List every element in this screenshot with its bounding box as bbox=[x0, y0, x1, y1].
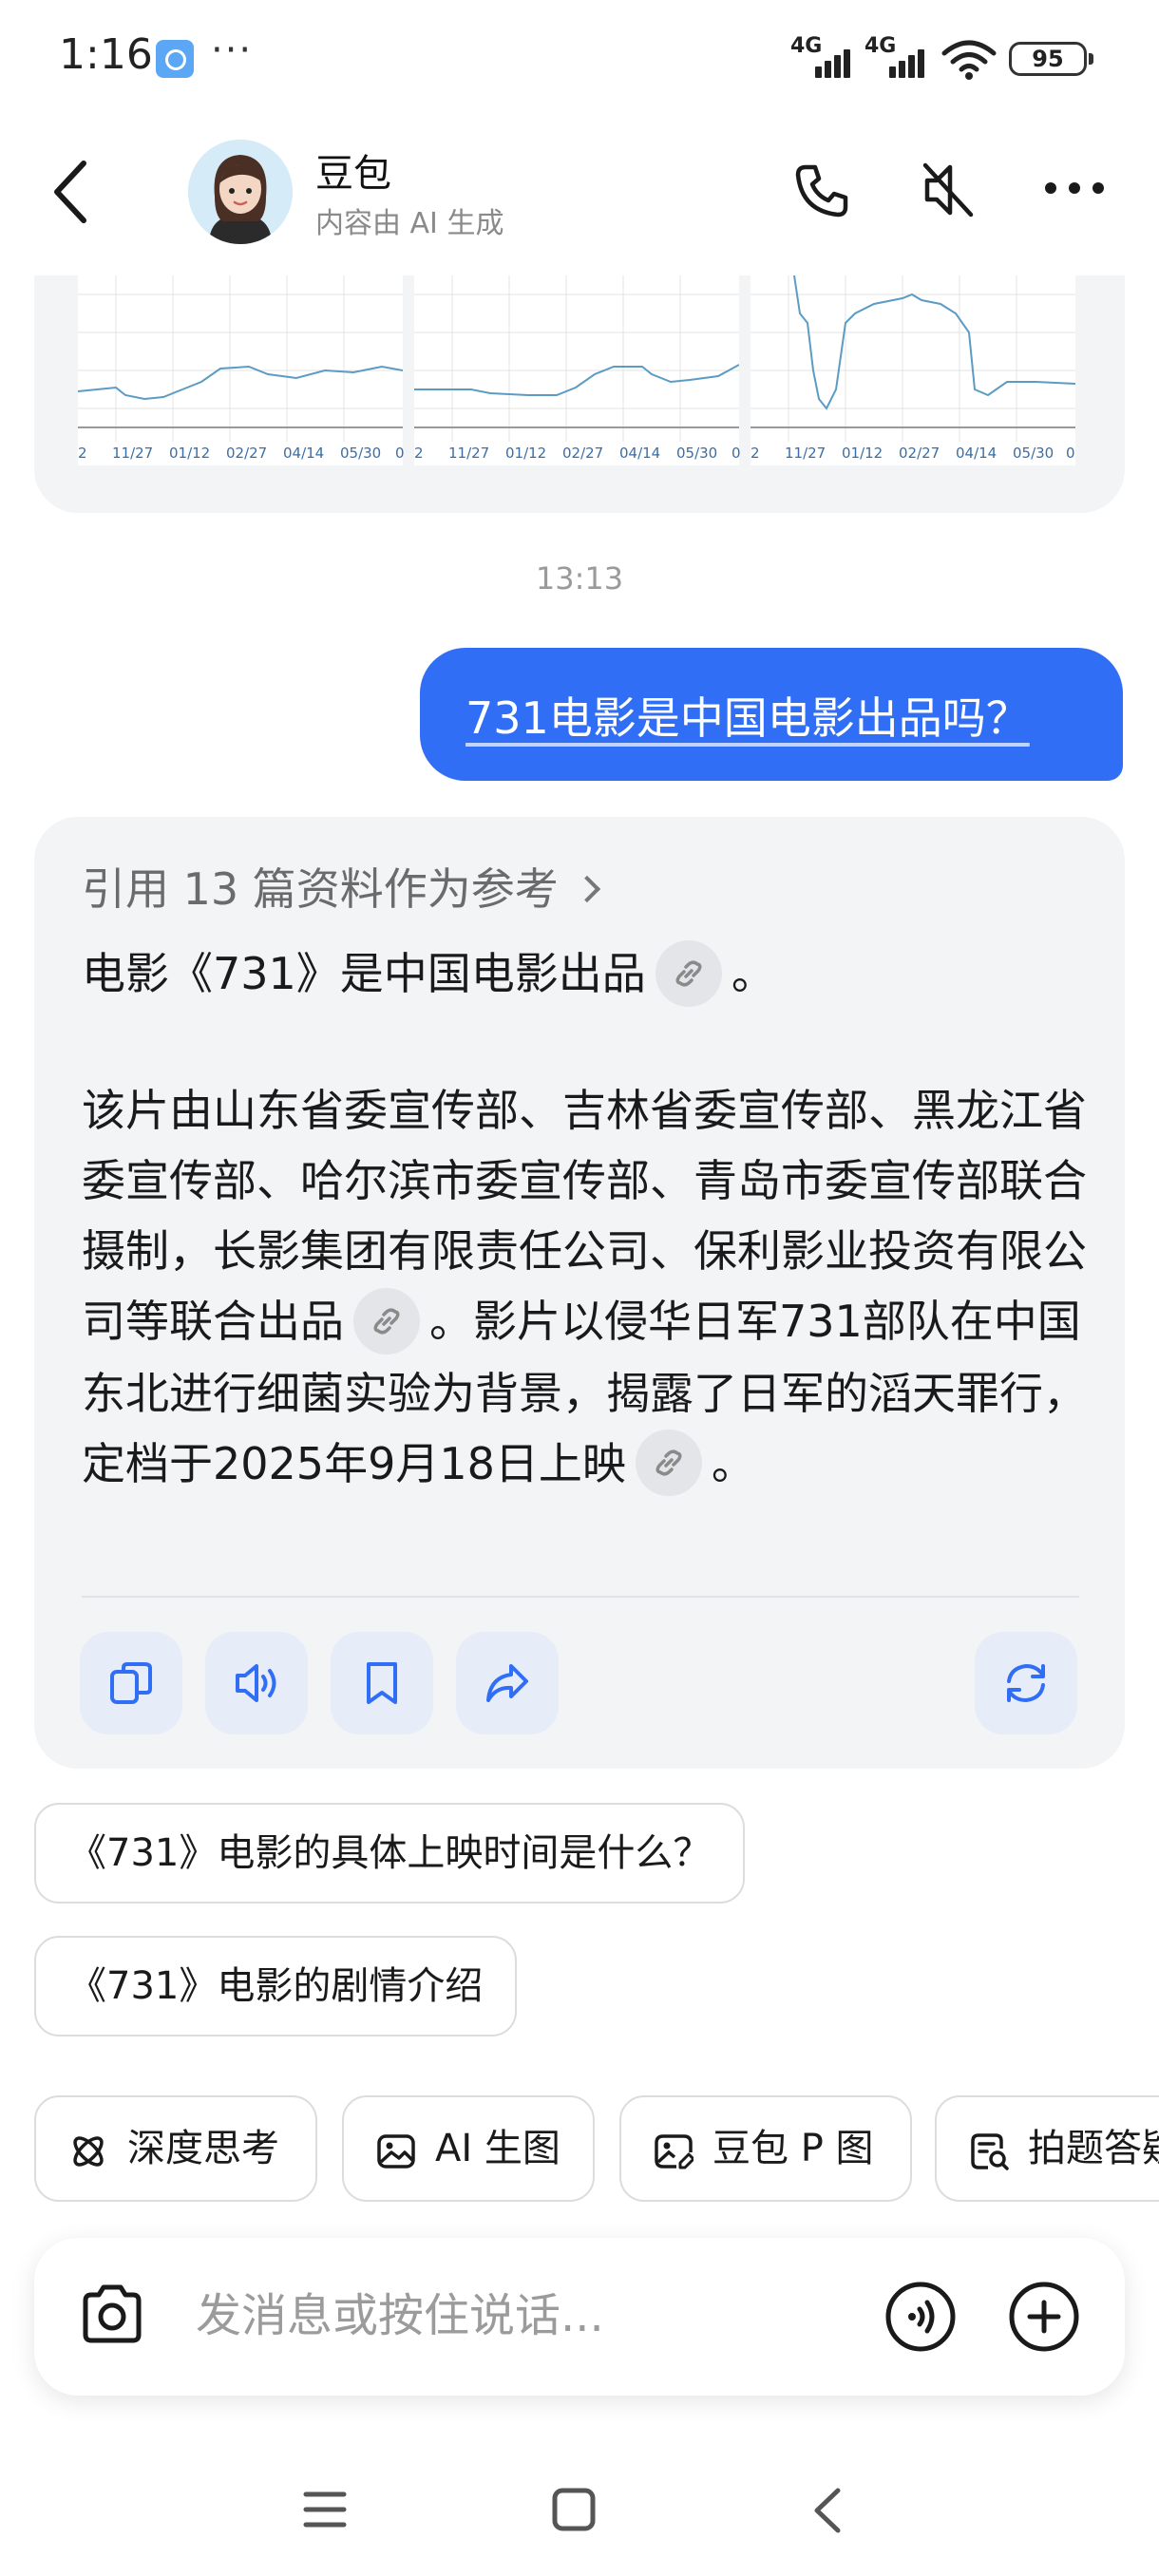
back-icon[interactable] bbox=[48, 158, 93, 226]
tool-label: 深度思考 bbox=[127, 2127, 279, 2170]
tool-label: 拍题答疑 bbox=[1028, 2127, 1159, 2170]
references-label: 引用 13 篇资料作为参考 bbox=[82, 863, 559, 915]
plus-icon[interactable] bbox=[1007, 2280, 1081, 2354]
image-edit-icon bbox=[655, 2134, 694, 2169]
references-link[interactable]: 引用 13 篇资料作为参考 bbox=[82, 855, 600, 918]
network-type-label: 4G bbox=[790, 34, 823, 58]
divider bbox=[82, 1596, 1079, 1598]
price-chart bbox=[414, 275, 740, 465]
speaker-icon bbox=[236, 1664, 276, 1702]
share-icon bbox=[486, 1664, 528, 1702]
deep-think-button[interactable]: 深度思考 bbox=[34, 2095, 317, 2202]
photo-question-button[interactable]: 拍题答疑 bbox=[935, 2095, 1159, 2202]
system-navigation-bar bbox=[0, 2451, 1159, 2576]
chevron-right-icon bbox=[573, 875, 600, 902]
mute-icon[interactable] bbox=[918, 158, 978, 222]
previous-message-card: 2 11/27 01/12 02/27 04/14 05/30 0 2 11/2… bbox=[34, 275, 1125, 513]
user-message-text: 731电影是中国电影出品吗？ bbox=[466, 692, 1030, 744]
phone-icon[interactable] bbox=[792, 161, 851, 220]
bot-name: 豆包 bbox=[315, 152, 391, 196]
answer-paragraph: 电影《731》是中国电影出品。 bbox=[82, 938, 1089, 1011]
image-icon bbox=[377, 2134, 415, 2169]
battery-icon: 95 bbox=[1009, 42, 1093, 76]
copy-icon bbox=[110, 1662, 152, 1704]
regenerate-button[interactable] bbox=[975, 1632, 1077, 1734]
answer-paragraph: 该片由山东省委宣传部、吉林省委宣传部、黑龙江省委宣传部、哈尔滨市委宣传部、青岛市… bbox=[82, 1075, 1089, 1500]
suggested-question[interactable]: 《731》电影的具体上映时间是什么？ bbox=[34, 1803, 746, 1904]
clock-notification-icon bbox=[156, 40, 194, 78]
user-message-bubble[interactable]: 731电影是中国电影出品吗？ bbox=[420, 648, 1123, 781]
bookmark-icon bbox=[367, 1662, 397, 1704]
network-type-label: 4G bbox=[864, 34, 897, 58]
message-input[interactable] bbox=[196, 2278, 880, 2354]
share-button[interactable] bbox=[456, 1632, 559, 1734]
voice-icon[interactable] bbox=[884, 2280, 958, 2354]
question-scan-icon bbox=[971, 2133, 1009, 2170]
bookmark-button[interactable] bbox=[331, 1632, 433, 1734]
tool-label: 豆包 P 图 bbox=[712, 2127, 874, 2170]
price-chart bbox=[750, 275, 1076, 465]
ai-generated-label: 内容由 AI 生成 bbox=[315, 207, 504, 240]
link-icon[interactable] bbox=[635, 1430, 702, 1496]
price-chart bbox=[77, 275, 404, 465]
status-bar: 1:16 ··· 4G 4G 95 bbox=[0, 0, 1159, 114]
answer-card: 引用 13 篇资料作为参考 电影《731》是中国电影出品。 该片由山东省委宣传部… bbox=[34, 817, 1125, 1769]
image-edit-button[interactable]: 豆包 P 图 bbox=[619, 2095, 912, 2202]
answer-text: 电影《731》是中国电影出品 bbox=[82, 948, 646, 999]
link-icon[interactable] bbox=[353, 1287, 420, 1354]
read-aloud-button[interactable] bbox=[205, 1632, 308, 1734]
menu-icon[interactable] bbox=[302, 2489, 348, 2530]
copy-button[interactable] bbox=[80, 1632, 182, 1734]
status-more-icon: ··· bbox=[211, 28, 254, 72]
avatar[interactable] bbox=[188, 140, 293, 244]
message-timestamp: 13:13 bbox=[535, 560, 624, 597]
chart-axis-labels: 2 11/27 01/12 02/27 04/14 05/30 0 2 11/2… bbox=[78, 445, 1075, 462]
more-icon[interactable] bbox=[1043, 179, 1106, 198]
atom-icon bbox=[73, 2136, 104, 2167]
back-nav-icon[interactable] bbox=[808, 2485, 846, 2536]
refresh-icon bbox=[1007, 1663, 1045, 1703]
wifi-icon bbox=[941, 40, 997, 80]
ai-image-button[interactable]: AI 生图 bbox=[342, 2095, 595, 2202]
tool-label: AI 生图 bbox=[435, 2127, 560, 2170]
link-icon[interactable] bbox=[655, 939, 722, 1007]
status-time: 1:16 bbox=[59, 30, 153, 79]
cellular-signal-icon: 4G bbox=[864, 34, 931, 78]
home-icon[interactable] bbox=[551, 2487, 597, 2532]
camera-icon[interactable] bbox=[78, 2283, 146, 2346]
suggested-question[interactable]: 《731》电影的剧情介绍 bbox=[34, 1936, 518, 2036]
cellular-signal-icon: 4G bbox=[790, 34, 857, 78]
message-input-bar bbox=[34, 2238, 1125, 2396]
battery-level: 95 bbox=[1032, 46, 1064, 72]
